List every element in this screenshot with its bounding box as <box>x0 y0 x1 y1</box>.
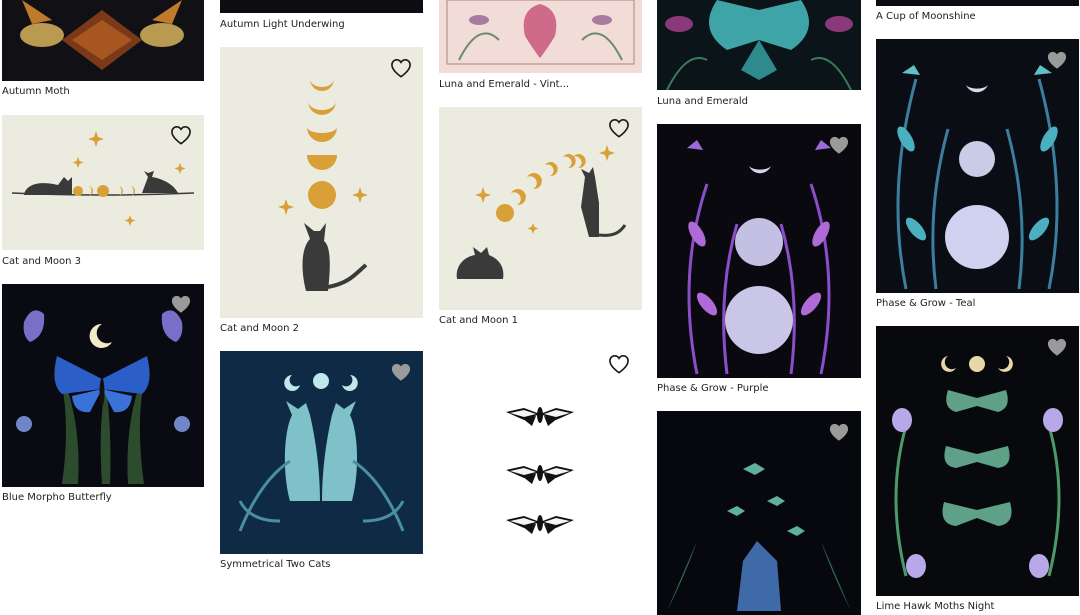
artwork-title[interactable]: Phase & Grow - Purple <box>657 383 769 394</box>
artwork-title[interactable]: Autumn Moth <box>2 86 70 97</box>
artwork-title[interactable]: Phase & Grow - Teal <box>876 298 975 309</box>
artwork-image[interactable] <box>2 284 204 487</box>
artwork-image[interactable] <box>439 0 642 73</box>
artwork-image[interactable] <box>220 0 423 13</box>
artwork-image[interactable] <box>2 0 204 81</box>
heart-icon[interactable] <box>170 294 192 314</box>
artwork-title[interactable]: Luna and Emerald - Vint... <box>439 79 569 90</box>
heart-icon[interactable] <box>390 58 412 78</box>
artwork-title[interactable]: Cat and Moon 1 <box>439 315 518 326</box>
artwork-title[interactable]: Cat and Moon 2 <box>220 323 299 334</box>
artwork-title[interactable]: Lime Hawk Moths Night <box>876 601 994 612</box>
artwork-image[interactable] <box>657 124 861 378</box>
heart-icon[interactable] <box>608 118 630 138</box>
artwork-title[interactable]: Symmetrical Two Cats <box>220 559 330 570</box>
artwork-image[interactable] <box>657 0 861 90</box>
artwork-title[interactable]: A Cup of Moonshine <box>876 11 976 22</box>
artwork-title[interactable]: Autumn Light Underwing <box>220 19 345 30</box>
artwork-title[interactable]: Blue Morpho Butterfly <box>2 492 112 503</box>
artwork-title[interactable]: Cat and Moon 3 <box>2 256 81 267</box>
heart-icon[interactable] <box>170 125 192 145</box>
artwork-image[interactable] <box>439 344 642 575</box>
artwork-image[interactable] <box>876 326 1079 596</box>
artwork-image[interactable] <box>220 47 423 318</box>
heart-icon[interactable] <box>1046 50 1068 70</box>
artwork-title[interactable]: Luna and Emerald <box>657 96 748 107</box>
heart-icon[interactable] <box>390 362 412 382</box>
artwork-image[interactable] <box>876 39 1079 293</box>
heart-icon[interactable] <box>828 422 850 442</box>
heart-icon[interactable] <box>1046 337 1068 357</box>
artwork-image[interactable] <box>876 0 1079 6</box>
heart-icon[interactable] <box>608 354 630 374</box>
heart-icon[interactable] <box>828 135 850 155</box>
